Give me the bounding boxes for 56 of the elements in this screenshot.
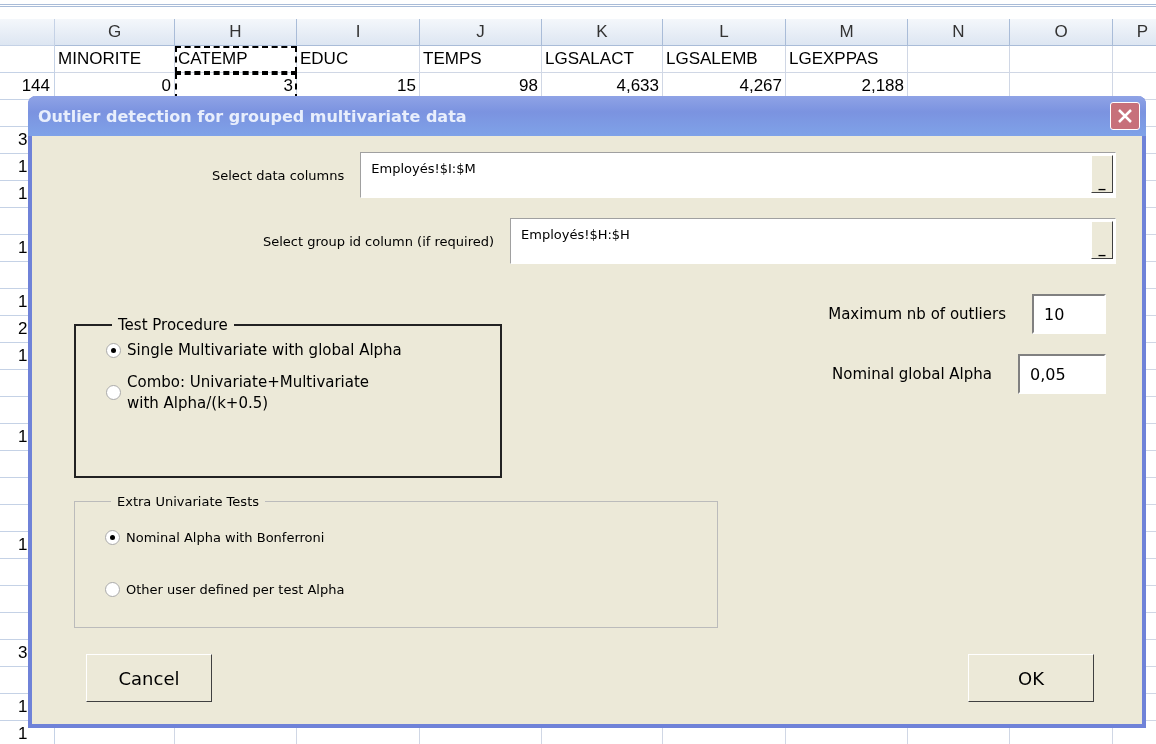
column-header[interactable]: N: [908, 19, 1010, 46]
radio-button[interactable]: [105, 581, 120, 597]
row-number: 1: [18, 697, 28, 717]
radio-button[interactable]: [106, 342, 121, 358]
column-header[interactable]: G: [55, 19, 175, 46]
column-header[interactable]: O: [1010, 19, 1113, 46]
close-icon: [1116, 107, 1134, 125]
row-number: 1: [18, 292, 28, 312]
option-label[interactable]: Single Multivariate with global Alpha: [127, 340, 402, 361]
collapse-button[interactable]: _: [1091, 221, 1113, 259]
row-number: 144: [21, 76, 50, 96]
input-field[interactable]: 0,05: [1018, 354, 1106, 394]
row-number: 3: [18, 643, 28, 663]
table-cell: LGSALEMB: [663, 46, 786, 73]
field-label: Select group id column (if required): [263, 233, 495, 249]
table-cell: CATEMP: [175, 46, 297, 73]
option-label[interactable]: Other user defined per test Alpha: [126, 580, 345, 599]
option-label[interactable]: Combo: Univariate+Multivariate with Alpha/(k+0.5): [127, 372, 370, 413]
row-number: 1: [18, 238, 28, 258]
column-header[interactable]: H: [175, 19, 297, 46]
row-number: 1: [18, 184, 28, 204]
cancel-button[interactable]: Cancel: [86, 654, 212, 702]
row-number: 2: [18, 319, 28, 339]
corner-cell: [0, 19, 55, 46]
column-header[interactable]: J: [420, 19, 542, 46]
option-label[interactable]: Nominal Alpha with Bonferroni: [126, 529, 325, 547]
column-header[interactable]: L: [663, 19, 786, 46]
input-field[interactable]: 10: [1032, 294, 1106, 334]
range-field[interactable]: Employés!$I:$M _: [360, 152, 1116, 198]
group-title: Test Procedure: [117, 316, 229, 334]
group-title: Extra Univariate Tests: [116, 494, 260, 509]
table-cell: MINORITE: [55, 46, 175, 73]
range-field[interactable]: Employés!$H:$H _: [510, 218, 1116, 264]
table-cell: LGEXPPAS: [786, 46, 908, 73]
column-header[interactable]: K: [542, 19, 663, 46]
collapse-button[interactable]: _: [1091, 155, 1113, 193]
row-number: 1: [18, 535, 28, 555]
column-header[interactable]: I: [297, 19, 420, 46]
row-number: 1: [18, 346, 28, 366]
table-cell: EDUC: [297, 46, 420, 73]
ok-button[interactable]: OK: [968, 654, 1094, 702]
column-header[interactable]: P: [1113, 19, 1156, 46]
row-number: 3: [18, 130, 28, 150]
field-label: Nominal global Alpha: [832, 365, 992, 383]
table-cell: LGSALACT: [542, 46, 663, 73]
dialog-title: Outlier detection for grouped multivariate data: [38, 106, 467, 126]
column-header[interactable]: M: [786, 19, 908, 46]
field-label: Select data columns: [212, 167, 345, 183]
row-number: 1: [18, 427, 28, 447]
field-label: Maximum nb of outliers: [828, 305, 1006, 323]
radio-button[interactable]: [106, 385, 121, 400]
row-number: 1: [18, 157, 28, 177]
close-button[interactable]: [1110, 102, 1140, 130]
radio-button[interactable]: [105, 530, 120, 546]
row-number: 1: [18, 724, 28, 744]
table-cell: TEMPS: [420, 46, 542, 73]
